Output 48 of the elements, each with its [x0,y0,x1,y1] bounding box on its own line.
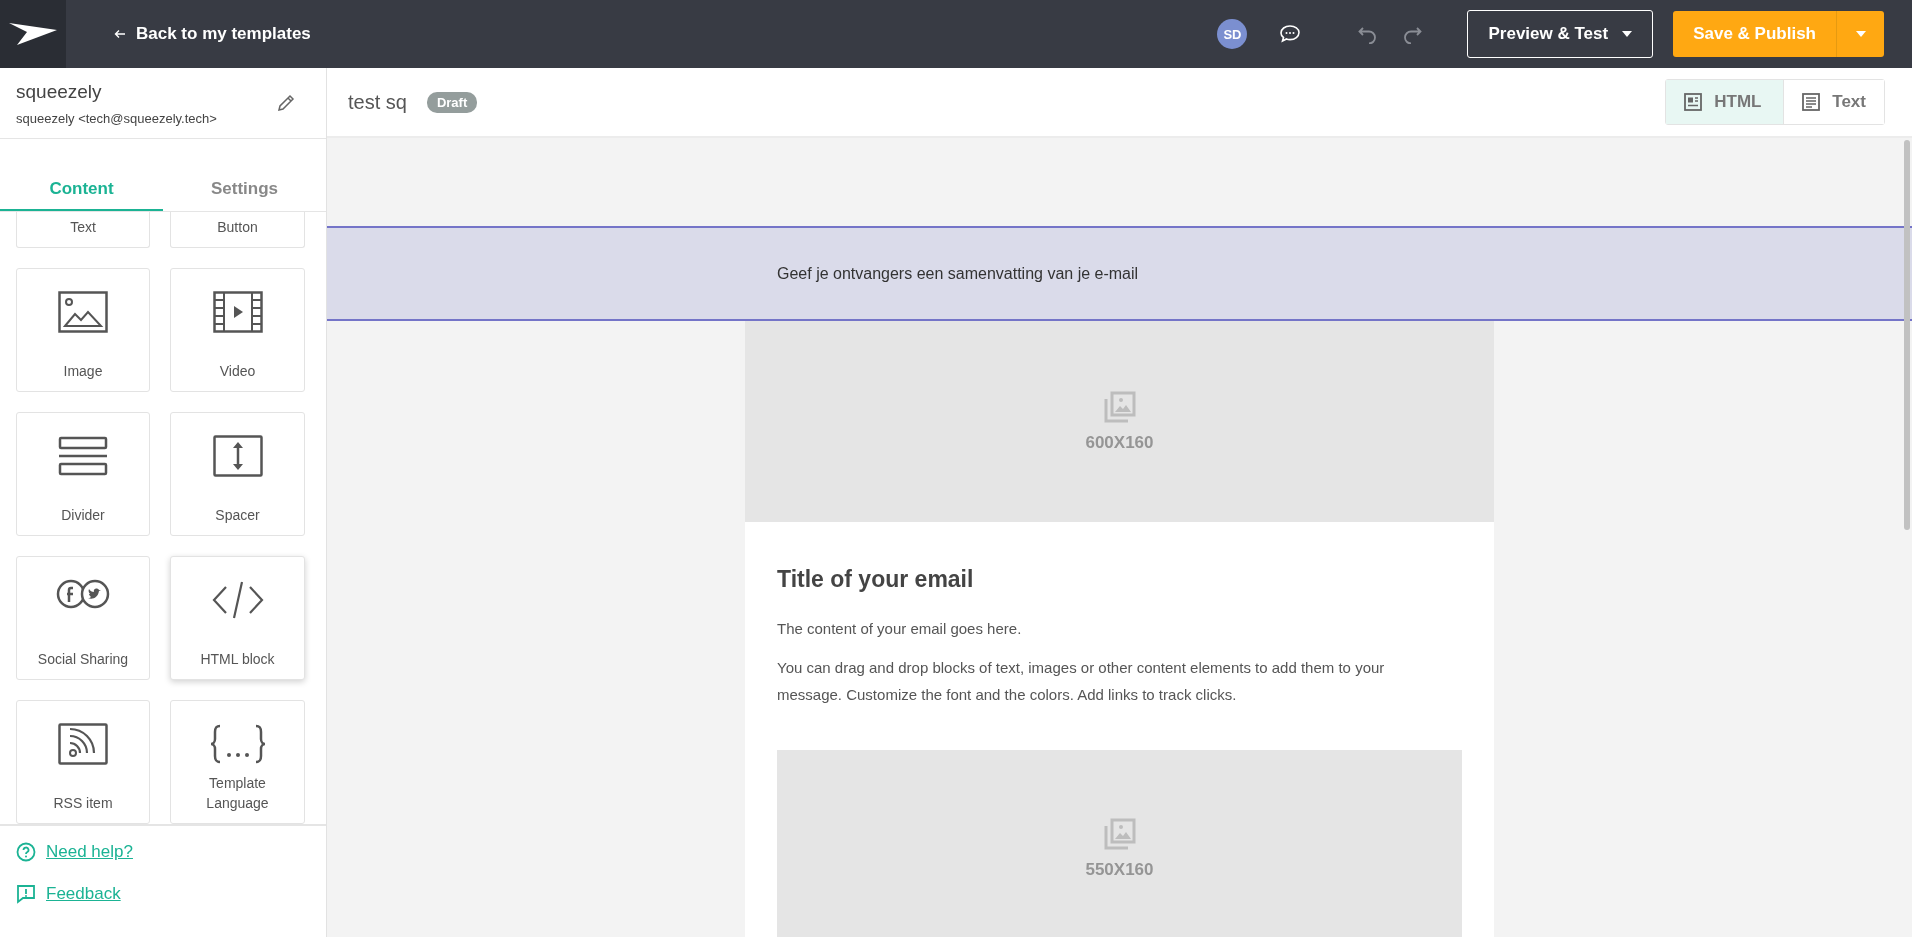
block-tile[interactable]: Text [16,212,150,248]
redo-icon[interactable] [1401,24,1424,44]
block-tile[interactable]: RSS item [16,700,150,824]
help-icon [16,842,36,862]
code-icon [210,579,265,621]
status-badge: Draft [426,91,478,113]
pencil-icon[interactable] [276,93,296,113]
layout-icon [1684,93,1703,111]
block-tile[interactable]: Divider [16,412,150,536]
image-icon [1103,818,1136,850]
arrow-left-icon [114,29,126,39]
block-tile[interactable]: Template Language [170,700,305,824]
logo-tile[interactable] [0,0,66,68]
rss-icon [58,723,108,765]
block-tile[interactable]: HTML block [170,556,305,680]
social-icons [56,579,110,609]
email-title: Title of your email [777,566,975,593]
document-icon [1802,93,1821,111]
film-icon [212,291,263,333]
template-name: test sq [348,90,407,114]
chat-icon[interactable] [1279,24,1302,44]
scrollbar-thumb[interactable] [1904,140,1910,530]
email-paragraph: You can drag and drop blocks of text, images or other content elements to add them to your message. Customize the font and the colors. Add links to track clicks. [777,658,1386,705]
view-toggle-button[interactable]: HTML [1666,80,1785,124]
preview-test-button[interactable]: Preview & Test [1467,10,1654,58]
spacer-icon [212,435,263,477]
sender-name: squeezely [16,80,103,103]
paper-plane-icon [7,21,59,47]
sender-address: squeezely <tech@squeezely.tech> [16,110,218,126]
caret-icon [1855,31,1866,37]
block-tile[interactable]: Video [170,268,305,392]
block-tile[interactable]: Social Sharing [16,556,150,680]
image-size-label: 600X160 [1085,432,1154,453]
block-tile[interactable]: Spacer [170,412,305,536]
caret-icon [1622,31,1633,37]
preheader-bar[interactable]: Geef je ontvangers een samenvatting van je e-mail [327,226,1912,321]
block-tile[interactable]: Button [170,212,305,248]
email-paragraph: The content of your email goes here. [777,619,1023,639]
image-icon [1103,390,1136,423]
back-link[interactable]: Back to my templates [114,24,311,44]
image-size-label: 550X160 [1085,860,1154,880]
braces-icon [209,723,266,765]
image-icon [58,291,108,333]
preheader-text: Geef je ontvangers een samenvatting van je e-mail [777,264,1139,282]
divider-icon [58,435,108,477]
block-tile[interactable]: Image [16,268,150,392]
feedback-icon [16,884,36,904]
sidebar-tab[interactable]: Settings [163,179,326,211]
